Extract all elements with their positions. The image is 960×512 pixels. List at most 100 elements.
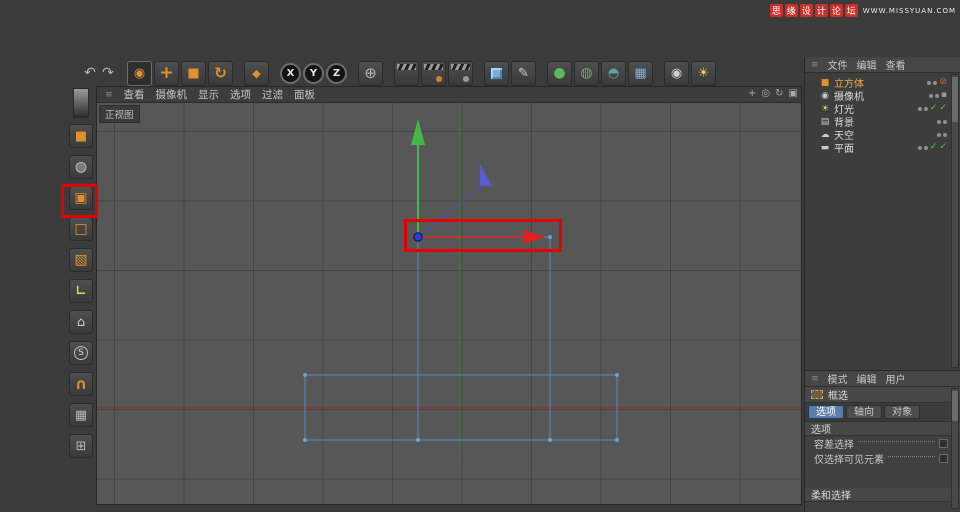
object-row-cube[interactable]: ■ 立方体 ⊘	[805, 76, 960, 91]
live-selection-button[interactable]: ◉	[127, 60, 152, 86]
live-selection-icon: ◉	[133, 65, 146, 81]
gear-dot-icon	[463, 75, 469, 82]
lock-z-axis-button[interactable]: Z	[326, 62, 347, 84]
last-tool-button[interactable]: ◆	[244, 60, 269, 86]
scrollbar-thumb[interactable]	[952, 77, 958, 122]
menu-filter[interactable]: 过滤	[262, 87, 283, 102]
spline-pen-button[interactable]: ✎	[511, 60, 536, 86]
gizmo-y-arrowhead[interactable]	[411, 119, 425, 145]
menu-file[interactable]: 文件	[828, 57, 848, 72]
add-primitive-cube-button[interactable]	[484, 60, 509, 86]
object-row-plane[interactable]: ▬ 平面 ✓ ✓	[805, 140, 960, 156]
visibility-dot[interactable]	[943, 132, 947, 137]
enabled-check-icon[interactable]: ✓	[939, 104, 947, 113]
add-camera-button[interactable]: ◉	[664, 60, 689, 86]
scrollbar-thumb[interactable]	[952, 391, 958, 421]
drag-handle-icon[interactable]: ≡	[811, 60, 819, 70]
menu-options[interactable]: 选项	[230, 87, 251, 102]
app-window: 思 缘 设 计 论 坛 WWW.MISSYUAN.COM ↶ ↷ ◉ + ■ ↻…	[0, 0, 960, 512]
visibility-dot[interactable]	[937, 132, 941, 137]
options-section-header[interactable]: 选项	[805, 422, 960, 436]
object-row-light[interactable]: ☀ 灯光 ✓ ✓	[805, 102, 960, 117]
scale-tool-button[interactable]: ■	[181, 60, 206, 86]
object-row-background[interactable]: ▤ 背景	[805, 115, 960, 129]
menu-cameras[interactable]: 摄像机	[156, 87, 188, 102]
tab-axis[interactable]: 轴向	[846, 405, 882, 419]
redo-button[interactable]: ↷	[100, 61, 116, 86]
visibility-dot[interactable]	[917, 145, 922, 150]
vertex-dot	[416, 438, 420, 442]
rotate-tool-button[interactable]: ↻	[208, 60, 233, 86]
make-editable-button[interactable]: ■	[69, 124, 93, 148]
soft-selection-section-header[interactable]: 柔和选择	[805, 488, 960, 502]
attribute-scrollbar[interactable]	[951, 388, 959, 509]
camera-zoom-icon[interactable]: ◎	[761, 88, 770, 99]
menu-view[interactable]: 查看	[124, 87, 145, 102]
gizmo-z-arrowhead[interactable]	[480, 164, 492, 186]
menu-mode[interactable]: 模式	[828, 371, 848, 386]
generators-button[interactable]: ●	[547, 60, 572, 86]
object-manager-scrollbar[interactable]	[951, 74, 959, 368]
move-tool-button[interactable]: +	[154, 60, 179, 86]
camera-toggle-icon[interactable]: ▪	[941, 91, 947, 100]
only-visible-checkbox[interactable]	[939, 454, 948, 463]
edges-mode-button[interactable]: □	[69, 217, 93, 241]
lock-y-axis-button[interactable]: Y	[303, 62, 324, 84]
snap-button[interactable]: S	[69, 341, 93, 365]
viewport-maximize-icon[interactable]: ▣	[789, 88, 798, 99]
visibility-dot[interactable]	[937, 119, 941, 124]
model-mode-icon: ◍	[74, 159, 88, 175]
vertex-dot	[615, 438, 619, 442]
object-name[interactable]: 平面	[834, 140, 854, 155]
drag-handle-icon[interactable]: ≡	[105, 90, 113, 100]
menu-edit[interactable]: 编辑	[857, 371, 877, 386]
cube-wireframe[interactable]	[417, 236, 551, 441]
coordinates-button[interactable]: ⊞	[69, 434, 93, 458]
model-mode-button[interactable]: ◍	[69, 155, 93, 179]
coord-system-button[interactable]: ⊕	[358, 60, 383, 86]
viewport-canvas[interactable]: 正视图	[97, 103, 801, 504]
menu-user[interactable]: 用户	[886, 371, 906, 386]
boole-button[interactable]: ◓	[601, 60, 626, 86]
tag-icon[interactable]: ⊘	[939, 78, 947, 87]
tolerant-selection-checkbox[interactable]	[939, 439, 948, 448]
menu-panel[interactable]: 面板	[294, 87, 315, 102]
object-row-camera[interactable]: ◉ 摄像机 ▪	[805, 89, 960, 104]
magnet-button[interactable]: ∩	[69, 372, 93, 396]
enabled-check-icon[interactable]: ✓	[930, 143, 938, 152]
visibility-dot[interactable]	[943, 119, 947, 124]
enabled-check-icon[interactable]: ✓	[939, 143, 947, 152]
object-row-sky[interactable]: ☁ 天空	[805, 128, 960, 142]
render-settings-button[interactable]	[448, 60, 473, 86]
enable-axis-button[interactable]: ∟	[69, 279, 93, 303]
environment-button[interactable]: ▦	[628, 60, 653, 86]
visibility-dot[interactable]	[934, 93, 939, 98]
view-label[interactable]: 正视图	[99, 105, 140, 123]
menu-display[interactable]: 显示	[198, 87, 219, 102]
visibility-dot[interactable]	[923, 145, 928, 150]
tab-object[interactable]: 对象	[884, 405, 920, 419]
visibility-dot[interactable]	[923, 106, 928, 111]
visibility-dot[interactable]	[933, 80, 938, 85]
lock-x-axis-button[interactable]: X	[280, 62, 301, 84]
active-tool-name: 框选	[828, 391, 848, 402]
deformers-button[interactable]: ◍	[574, 60, 599, 86]
drag-handle-icon[interactable]: ≡	[811, 374, 819, 384]
visibility-dot[interactable]	[928, 93, 933, 98]
menu-view[interactable]: 查看	[886, 57, 906, 72]
tab-options[interactable]: 选项	[808, 405, 844, 419]
add-light-button[interactable]: ☀	[691, 60, 716, 86]
enabled-check-icon[interactable]: ✓	[930, 104, 938, 113]
visibility-dot[interactable]	[927, 80, 932, 85]
render-picture-viewer-button[interactable]	[421, 60, 446, 86]
menu-edit[interactable]: 编辑	[857, 57, 877, 72]
visibility-dot[interactable]	[917, 106, 922, 111]
workplane-button[interactable]: ⌂	[69, 310, 93, 334]
undo-button[interactable]: ↶	[82, 61, 98, 86]
texture-mode-button[interactable]: ▦	[69, 403, 93, 427]
camera-pan-icon[interactable]: +	[748, 88, 756, 99]
camera-rotate-icon[interactable]: ↻	[775, 88, 783, 99]
polygons-mode-button[interactable]: ▧	[69, 248, 93, 272]
object-list: ■ 立方体 ⊘ ◉ 摄像机 ▪ ☀ 灯光 ✓ ✓ ▤ 背景 ☁ 天空 ▬ 平面 …	[805, 73, 960, 156]
render-view-button[interactable]	[394, 60, 419, 86]
